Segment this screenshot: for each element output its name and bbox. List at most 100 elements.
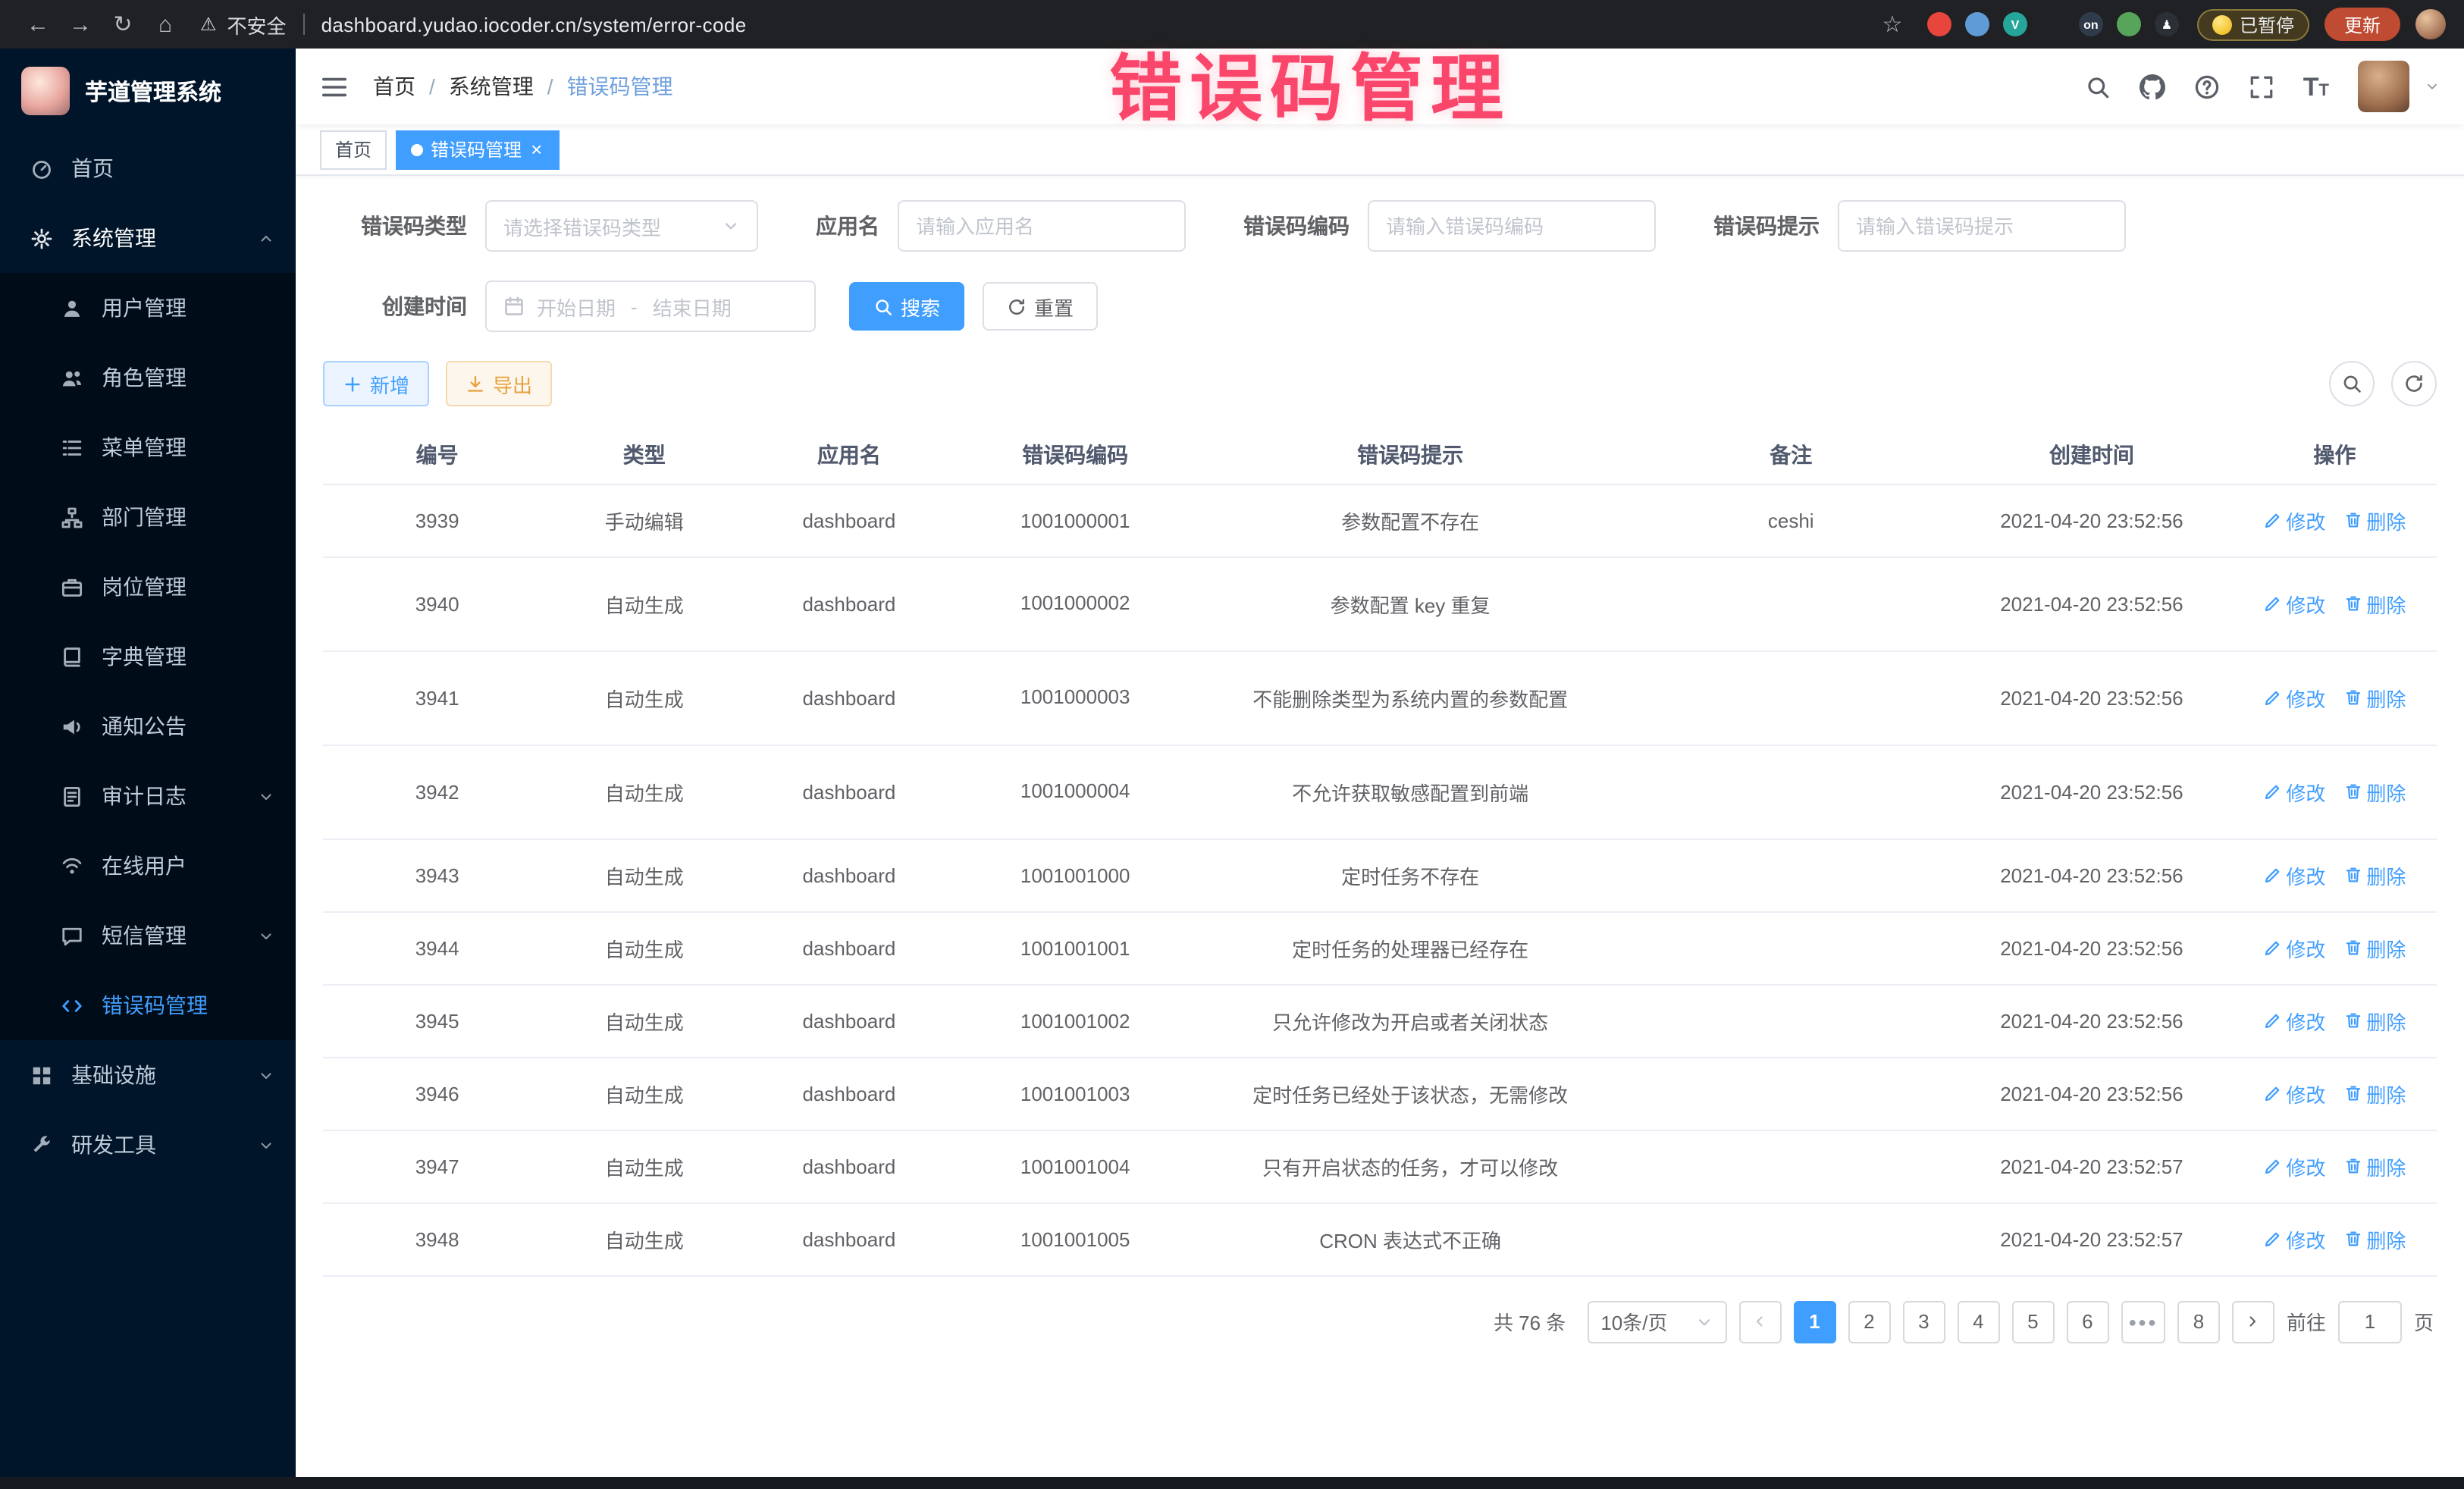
extension-icon[interactable]: [1965, 12, 1989, 36]
reset-button[interactable]: 重置: [983, 282, 1098, 331]
sidebar-item-system[interactable]: 系统管理: [0, 203, 296, 273]
app-name-field: [898, 200, 1186, 252]
paused-badge[interactable]: 已暂停: [2197, 8, 2309, 40]
delete-link[interactable]: 删除: [2343, 1079, 2406, 1108]
sidebar-item-home[interactable]: 首页: [0, 133, 296, 203]
edit-link[interactable]: 修改: [2263, 1006, 2325, 1035]
page-button-5[interactable]: 5: [2011, 1300, 2054, 1343]
edit-link[interactable]: 修改: [2263, 589, 2325, 618]
page-button-2[interactable]: 2: [1848, 1300, 1890, 1343]
github-icon[interactable]: [2140, 74, 2165, 99]
sidebar-item-posts[interactable]: 岗位管理: [0, 552, 296, 622]
error-type-select[interactable]: 请选择错误码类型: [485, 200, 758, 252]
error-code-input[interactable]: [1386, 215, 1638, 237]
font-size-icon[interactable]: TT: [2303, 74, 2329, 99]
sidebar-item-label: 错误码管理: [102, 990, 208, 1020]
extension-icon[interactable]: ♟: [2155, 12, 2179, 36]
logo[interactable]: 芋道管理系统: [0, 49, 296, 133]
edit-link[interactable]: 修改: [2263, 860, 2325, 889]
extension-icon[interactable]: [2117, 12, 2141, 36]
cell-id: 3943: [323, 839, 551, 911]
delete-link[interactable]: 删除: [2343, 683, 2406, 712]
chevron-down-icon[interactable]: [2425, 79, 2440, 94]
delete-link[interactable]: 删除: [2343, 860, 2406, 889]
date-range-picker[interactable]: 开始日期 - 结束日期: [485, 281, 816, 332]
tab-home[interactable]: 首页: [320, 130, 387, 169]
address-bar[interactable]: ⚠ 不安全 dashboard.yudao.iocoder.cn/system/…: [200, 10, 1857, 39]
delete-link[interactable]: 删除: [2343, 1152, 2406, 1180]
table-header-cell: 操作: [2233, 426, 2437, 484]
page-button-4[interactable]: 4: [1957, 1300, 1999, 1343]
edit-link[interactable]: 修改: [2263, 683, 2325, 712]
reload-icon[interactable]: ↻: [103, 5, 143, 44]
sidebar-item-error-codes[interactable]: 错误码管理: [0, 970, 296, 1040]
sidebar-item-online-users[interactable]: 在线用户: [0, 831, 296, 901]
close-icon[interactable]: ×: [529, 139, 544, 159]
toggle-search-button[interactable]: [2329, 361, 2375, 406]
edit-link[interactable]: 修改: [2263, 777, 2325, 806]
search-button[interactable]: 搜索: [849, 282, 964, 331]
more-pages-button[interactable]: ●●●: [2121, 1300, 2165, 1343]
cell-code: 1001001003: [961, 1057, 1190, 1130]
cell-time: 2021-04-20 23:52:56: [1951, 911, 2233, 984]
export-button[interactable]: 导出: [446, 361, 552, 406]
sidebar-item-sms[interactable]: 短信管理: [0, 901, 296, 970]
edit-link[interactable]: 修改: [2263, 1224, 2325, 1253]
sidebar-item-label: 通知公告: [102, 711, 187, 741]
help-icon[interactable]: [2194, 74, 2220, 99]
extension-icon[interactable]: on: [2079, 12, 2103, 36]
page-button-1[interactable]: 1: [1793, 1300, 1835, 1343]
sidebar-item-roles[interactable]: 角色管理: [0, 343, 296, 412]
sidebar-item-depts[interactable]: 部门管理: [0, 482, 296, 552]
extension-icon[interactable]: V: [2003, 12, 2027, 36]
delete-link[interactable]: 删除: [2343, 1006, 2406, 1035]
delete-link[interactable]: 删除: [2343, 933, 2406, 962]
breadcrumb-home[interactable]: 首页: [373, 71, 415, 102]
trash-icon: [2343, 939, 2362, 957]
page-button-6[interactable]: 6: [2066, 1300, 2108, 1343]
user-avatar[interactable]: [2358, 61, 2409, 112]
page-button-3[interactable]: 3: [1902, 1300, 1945, 1343]
page-size-select[interactable]: 10条/页: [1587, 1300, 1726, 1343]
delete-link[interactable]: 删除: [2343, 1224, 2406, 1253]
error-hint-input[interactable]: [1856, 215, 2108, 237]
sidebar-item-dev-tools[interactable]: 研发工具: [0, 1110, 296, 1180]
breadcrumb-system[interactable]: 系统管理: [449, 71, 534, 102]
refresh-table-button[interactable]: [2391, 361, 2437, 406]
sidebar-item-infra[interactable]: 基础设施: [0, 1040, 296, 1110]
fullscreen-icon[interactable]: [2249, 74, 2274, 99]
tab-error-code[interactable]: 错误码管理 ×: [396, 130, 559, 169]
goto-page-input[interactable]: [2338, 1300, 2402, 1343]
add-button[interactable]: 新增: [323, 361, 429, 406]
browser-profile-avatar[interactable]: [2415, 9, 2446, 39]
update-button[interactable]: 更新: [2324, 8, 2400, 41]
edit-link[interactable]: 修改: [2263, 506, 2325, 534]
pencil-icon: [2263, 688, 2281, 707]
home-icon[interactable]: ⌂: [146, 5, 185, 44]
app-name-input[interactable]: [916, 215, 1168, 237]
sidebar-item-menus[interactable]: 菜单管理: [0, 412, 296, 482]
edit-link[interactable]: 修改: [2263, 1152, 2325, 1180]
delete-link[interactable]: 删除: [2343, 589, 2406, 618]
extension-icon[interactable]: [2041, 12, 2065, 36]
page-button-8[interactable]: 8: [2177, 1300, 2220, 1343]
chevron-down-icon: [258, 788, 274, 804]
sidebar-item-users[interactable]: 用户管理: [0, 273, 296, 343]
calendar-icon: [503, 296, 525, 317]
back-icon[interactable]: ←: [18, 5, 58, 44]
extension-icon[interactable]: [1927, 12, 1951, 36]
delete-link[interactable]: 删除: [2343, 777, 2406, 806]
prev-page-button[interactable]: [1738, 1300, 1781, 1343]
sidebar-item-dicts[interactable]: 字典管理: [0, 622, 296, 691]
edit-link[interactable]: 修改: [2263, 1079, 2325, 1108]
sidebar-item-notices[interactable]: 通知公告: [0, 691, 296, 761]
next-page-button[interactable]: [2232, 1300, 2274, 1343]
cell-app: dashboard: [737, 744, 961, 839]
sidebar-item-audit-logs[interactable]: 审计日志: [0, 761, 296, 831]
hamburger-icon[interactable]: [320, 72, 349, 101]
forward-icon[interactable]: →: [61, 5, 100, 44]
edit-link[interactable]: 修改: [2263, 933, 2325, 962]
delete-link[interactable]: 删除: [2343, 506, 2406, 534]
search-icon[interactable]: [2085, 74, 2111, 99]
bookmark-star-icon[interactable]: ☆: [1873, 5, 1912, 44]
